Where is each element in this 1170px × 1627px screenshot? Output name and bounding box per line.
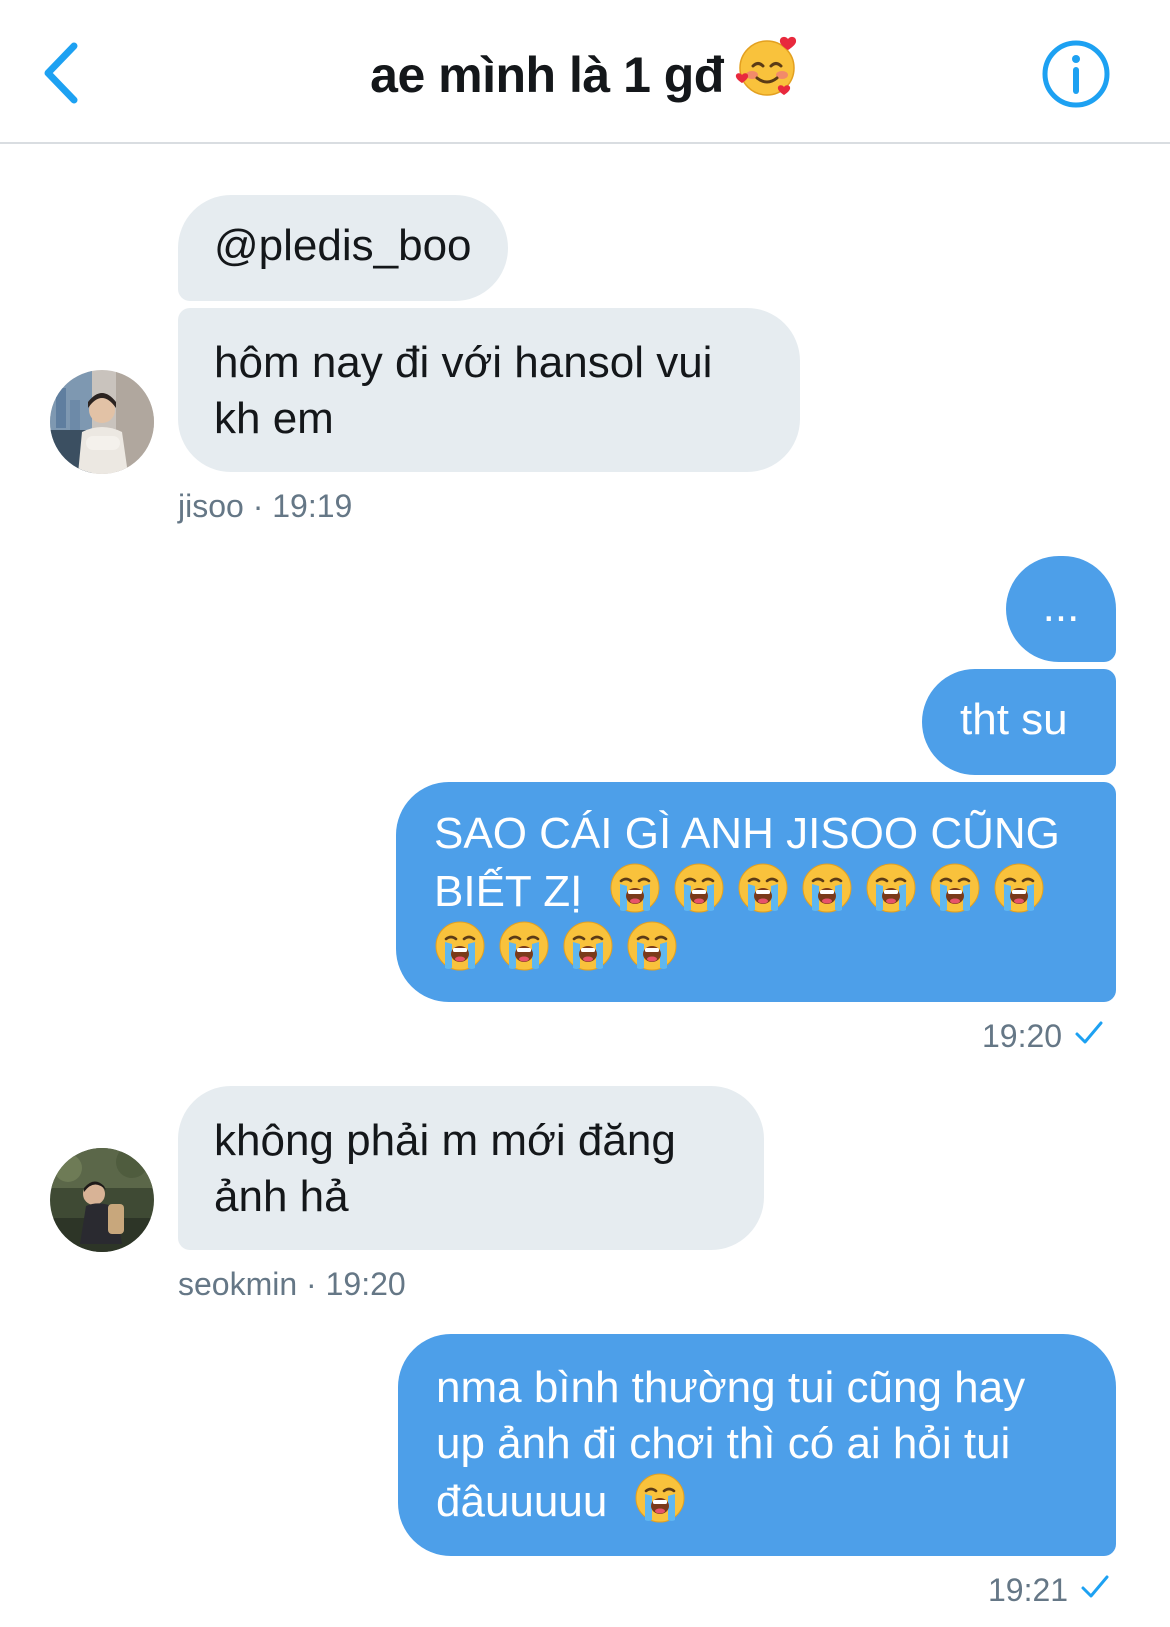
- message-bubble-outgoing[interactable]: ...: [1006, 556, 1116, 662]
- loudly-crying-face-icon: [865, 862, 917, 914]
- avatar-seokmin[interactable]: [50, 1148, 154, 1252]
- message-text: không phải m mới đăng ảnh hả: [214, 1116, 676, 1221]
- message-text: hôm nay đi với hansol vui kh em: [214, 338, 713, 443]
- loudly-crying-face-icon: [634, 1472, 686, 1524]
- check-icon: [1080, 1571, 1110, 1608]
- sender-and-time: seokmin · 19:20: [178, 1266, 406, 1302]
- loudly-crying-face-icon: [626, 920, 678, 972]
- message-meta-seokmin: seokmin · 19:20: [178, 1266, 406, 1303]
- loudly-crying-face-icon: [498, 920, 550, 972]
- info-circle-icon: [1042, 40, 1110, 108]
- message-text: ...: [1042, 582, 1080, 631]
- conversation-title-text: ae mình là 1 gđ: [370, 47, 724, 103]
- sender-and-time: jisoo · 19:19: [178, 488, 353, 524]
- crying-emoji-row: [434, 920, 1078, 978]
- message-text-fragment: BIẾT ZỊ: [434, 867, 583, 916]
- check-icon: [1074, 1017, 1104, 1054]
- message-bubble-outgoing[interactable]: SAO CÁI GÌ ANH JISOO CŨNG BIẾT ZỊ: [396, 782, 1116, 1002]
- message-meta-outgoing: 19:20: [982, 1018, 1104, 1055]
- message-text-line: BIẾT ZỊ: [434, 862, 1078, 920]
- message-text-fragment: đâuuuuu: [436, 1477, 608, 1526]
- chevron-left-icon: [44, 42, 78, 104]
- smiling-face-with-hearts-icon: [734, 33, 800, 117]
- message-text-line: SAO CÁI GÌ ANH JISOO CŨNG: [434, 809, 1060, 858]
- loudly-crying-face-icon: [609, 862, 661, 914]
- conversation-title[interactable]: ae mình là 1 gđ: [150, 36, 1020, 110]
- loudly-crying-face-icon: [434, 920, 486, 972]
- message-text-line: đâuuuuu: [436, 1472, 1078, 1530]
- loudly-crying-face-icon: [993, 862, 1045, 914]
- message-text: @pledis_boo: [214, 221, 472, 270]
- loudly-crying-face-icon: [737, 862, 789, 914]
- message-bubble-incoming[interactable]: không phải m mới đăng ảnh hả: [178, 1086, 764, 1250]
- message-text: tht su: [960, 695, 1068, 744]
- back-button[interactable]: [40, 38, 100, 108]
- crying-emoji-row: [609, 863, 1057, 916]
- loudly-crying-face-icon: [673, 862, 725, 914]
- message-bubble-outgoing[interactable]: tht su: [922, 669, 1116, 775]
- loudly-crying-face-icon: [562, 920, 614, 972]
- crying-emoji-row: [634, 1473, 698, 1526]
- message-bubble-outgoing[interactable]: nma bình thường tui cũng hay up ảnh đi c…: [398, 1334, 1116, 1556]
- info-button[interactable]: [1040, 38, 1112, 110]
- message-time: 19:20: [982, 1018, 1063, 1054]
- loudly-crying-face-icon: [801, 862, 853, 914]
- message-meta-outgoing: 19:21: [988, 1572, 1110, 1609]
- conversation-header: ae mình là 1 gđ: [0, 0, 1170, 144]
- message-bubble-incoming[interactable]: hôm nay đi với hansol vui kh em: [178, 308, 800, 472]
- message-text-line: up ảnh đi chơi thì có ai hỏi tui: [436, 1419, 1011, 1468]
- avatar-jisoo[interactable]: [50, 370, 154, 474]
- message-time: 19:21: [988, 1572, 1069, 1608]
- message-bubble-incoming[interactable]: @pledis_boo: [178, 195, 508, 301]
- message-meta-jisoo: jisoo · 19:19: [178, 488, 352, 525]
- loudly-crying-face-icon: [929, 862, 981, 914]
- message-text-line: nma bình thường tui cũng hay: [436, 1363, 1026, 1412]
